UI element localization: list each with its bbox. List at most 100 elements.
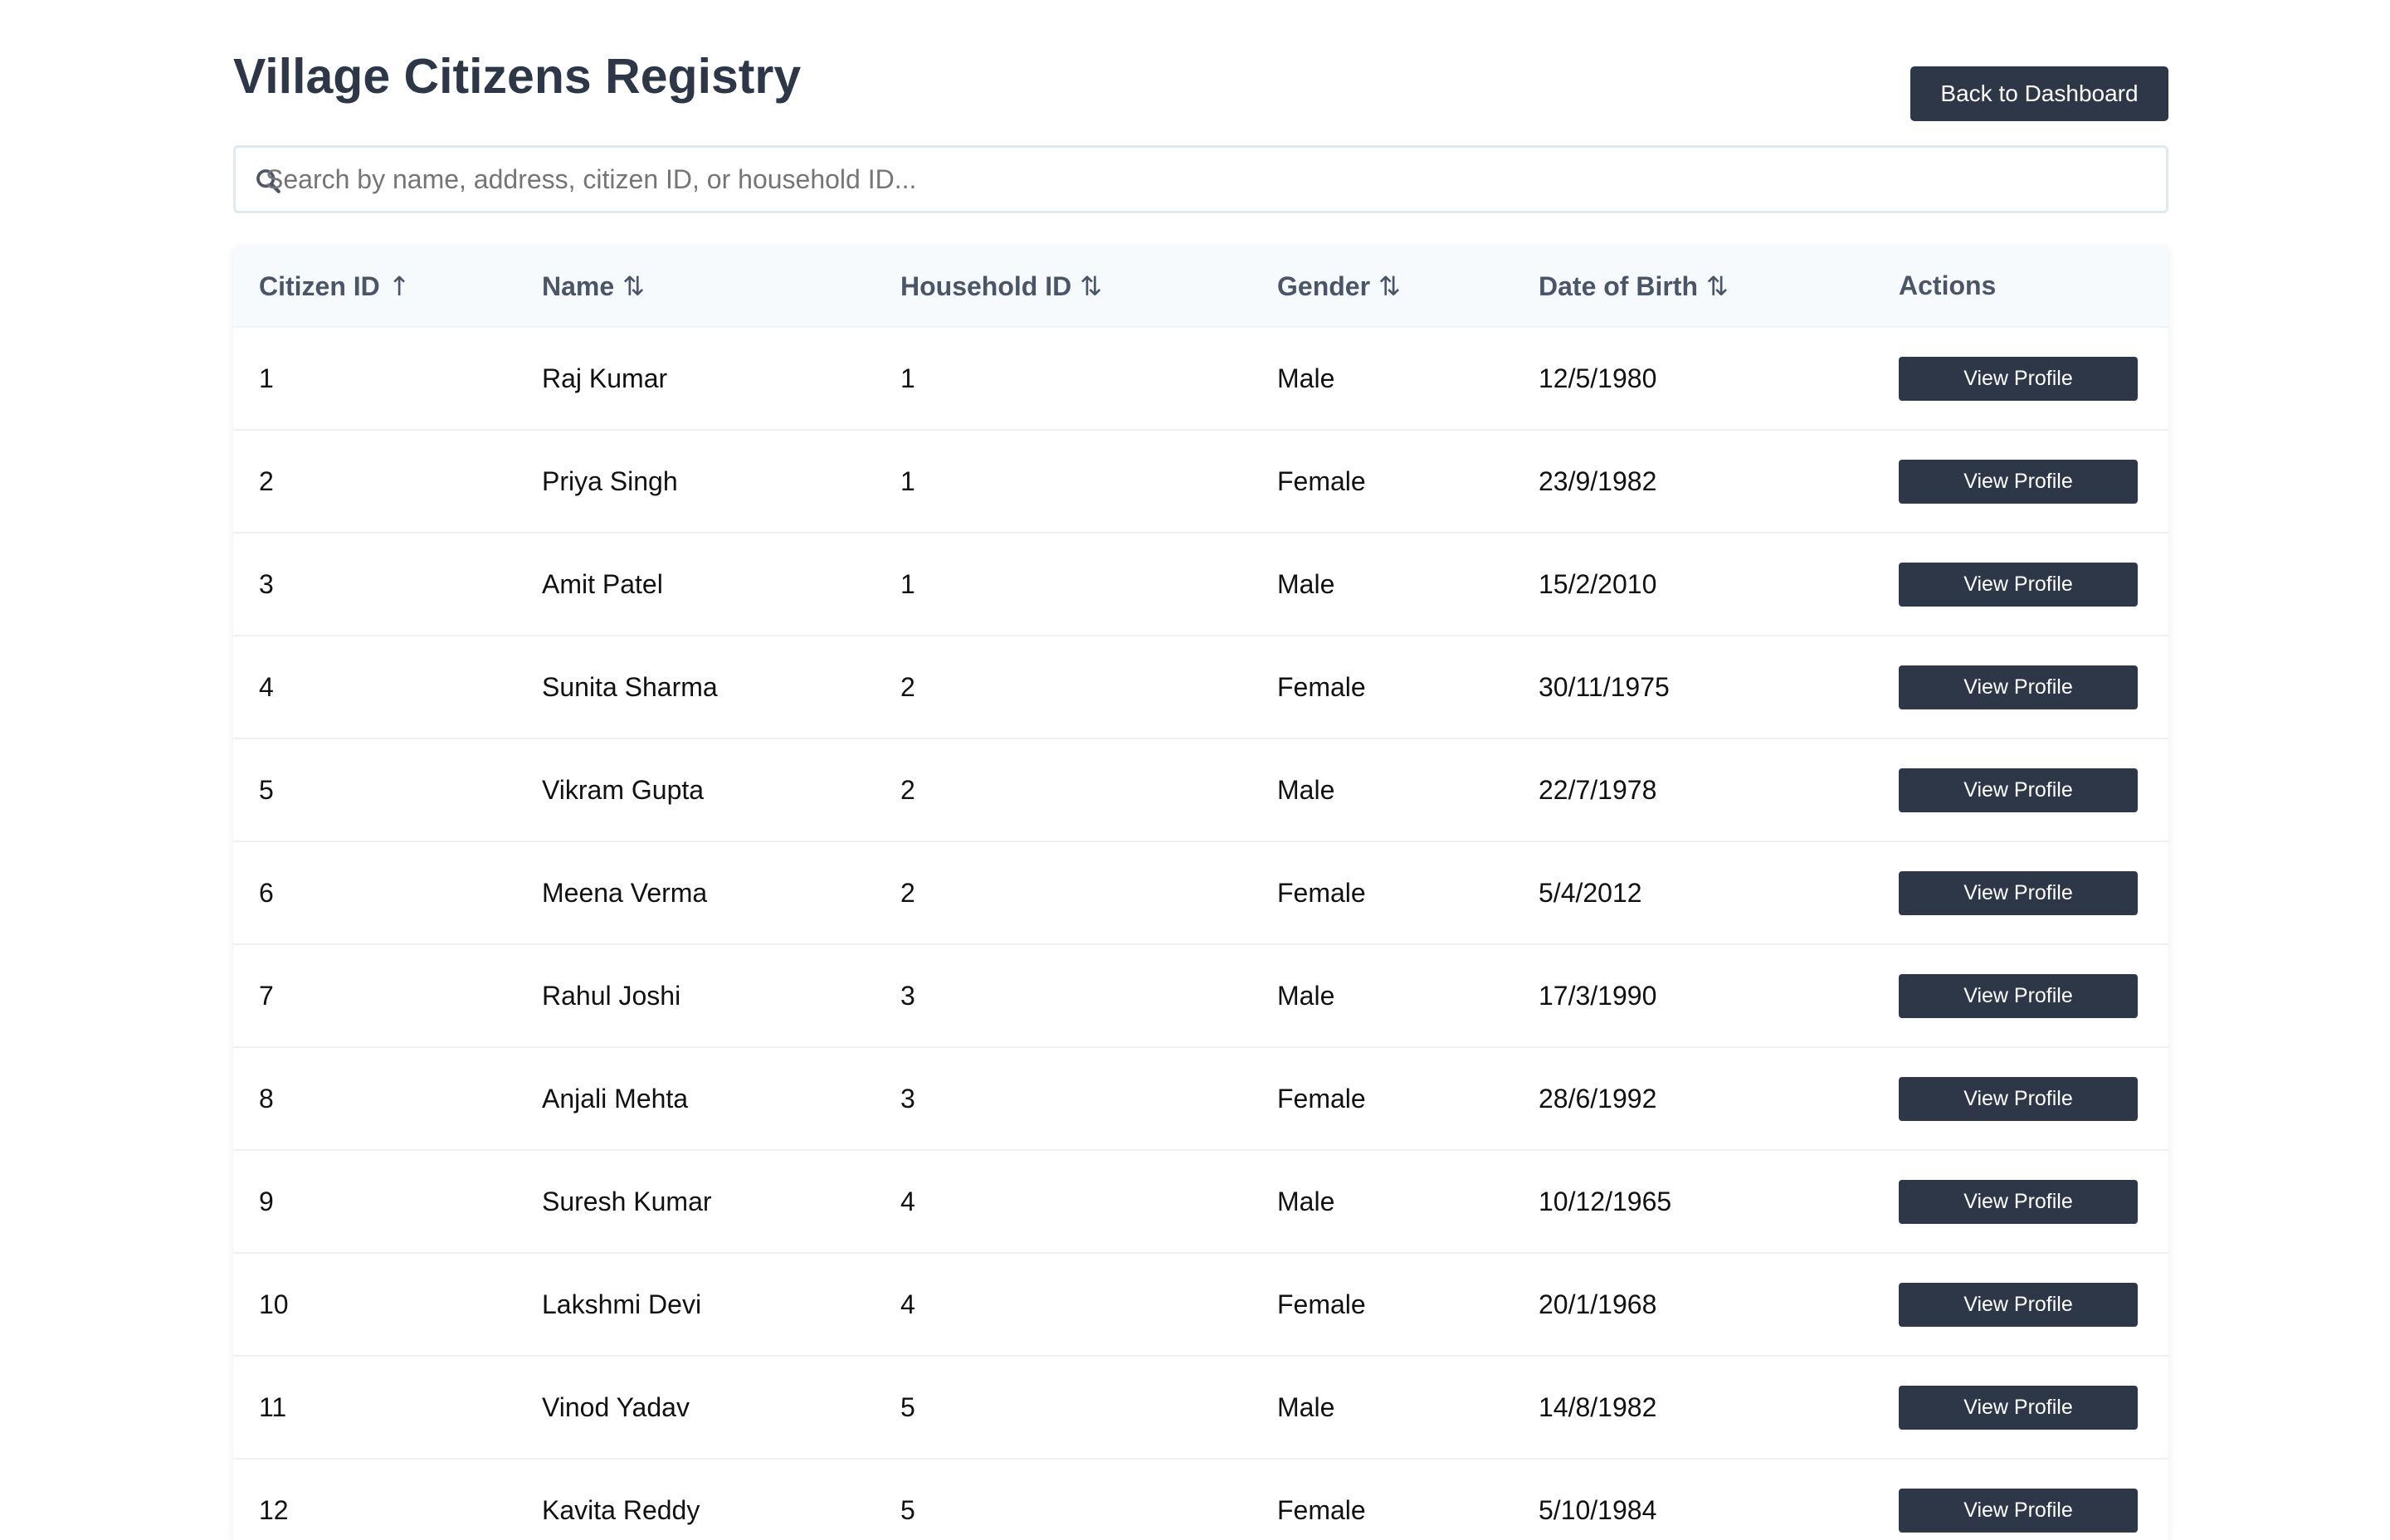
cell-actions: View Profile xyxy=(1873,636,2168,738)
sort-icon: ⇅ xyxy=(1080,270,1103,302)
cell-citizen-id: 12 xyxy=(259,1494,289,1525)
cell-name: Vinod Yadav xyxy=(542,1391,690,1422)
column-header-gender[interactable]: Gender ⇅ xyxy=(1251,246,1513,328)
column-header-date-of-birth[interactable]: Date of Birth ⇅ xyxy=(1513,246,1873,328)
cell-household-id: 1 xyxy=(900,465,915,496)
cell-citizen-id: 11 xyxy=(259,1391,287,1422)
search-input[interactable] xyxy=(236,148,2166,211)
cell-actions: View Profile xyxy=(1873,533,2168,636)
table-header-row: Citizen ID ↑ Name ⇅ Household ID ⇅ Gender ⇅ … xyxy=(233,246,2168,328)
citizens-table: Citizen ID ↑ Name ⇅ Household ID ⇅ Gender ⇅ … xyxy=(233,246,2168,1540)
cell-date-of-birth: 22/7/1978 xyxy=(1539,774,1657,805)
view-profile-button[interactable]: View Profile xyxy=(1899,973,2138,1018)
view-profile-button[interactable]: View Profile xyxy=(1899,1488,2138,1533)
view-profile-button[interactable]: View Profile xyxy=(1899,1179,2138,1224)
cell-name: Rahul Joshi xyxy=(542,980,681,1011)
table-row: 3 Amit Patel 1 Male 15/2/2010 View Profile xyxy=(233,533,2168,636)
column-header-household-id[interactable]: Household ID ⇅ xyxy=(875,246,1251,328)
cell-citizen-id: 7 xyxy=(259,980,274,1011)
cell-date-of-birth: 30/11/1975 xyxy=(1539,671,1670,702)
cell-household-id: 4 xyxy=(900,1186,915,1216)
back-to-dashboard-button[interactable]: Back to Dashboard xyxy=(1910,66,2168,121)
table-row: 11 Vinod Yadav 5 Male 14/8/1982 View Profile xyxy=(233,1356,2168,1459)
cell-actions: View Profile xyxy=(1873,1150,2168,1253)
cell-gender: Male xyxy=(1277,363,1335,393)
column-header-name[interactable]: Name ⇅ xyxy=(516,246,875,328)
cell-actions: View Profile xyxy=(1873,1356,2168,1459)
citizens-table-card: Citizen ID ↑ Name ⇅ Household ID ⇅ Gender ⇅ … xyxy=(233,246,2168,1540)
view-profile-button[interactable]: View Profile xyxy=(1899,356,2138,401)
cell-date-of-birth: 10/12/1965 xyxy=(1539,1186,1672,1216)
sort-ascending-icon: ↑ xyxy=(388,270,411,302)
view-profile-button[interactable]: View Profile xyxy=(1899,1076,2138,1121)
cell-date-of-birth: 14/8/1982 xyxy=(1539,1391,1657,1422)
table-row: 2 Priya Singh 1 Female 23/9/1982 View Profile xyxy=(233,430,2168,533)
table-row: 9 Suresh Kumar 4 Male 10/12/1965 View Profile xyxy=(233,1150,2168,1253)
view-profile-button[interactable]: View Profile xyxy=(1899,459,2138,504)
view-profile-button[interactable]: View Profile xyxy=(1899,768,2138,812)
cell-date-of-birth: 5/10/1984 xyxy=(1539,1494,1657,1525)
cell-date-of-birth: 5/4/2012 xyxy=(1539,877,1642,908)
view-profile-button[interactable]: View Profile xyxy=(1899,562,2138,607)
view-profile-button[interactable]: View Profile xyxy=(1899,870,2138,915)
cell-date-of-birth: 20/1/1968 xyxy=(1539,1289,1657,1319)
cell-gender: Female xyxy=(1277,465,1366,496)
cell-actions: View Profile xyxy=(1873,1047,2168,1150)
table-row: 7 Rahul Joshi 3 Male 17/3/1990 View Profile xyxy=(233,944,2168,1047)
column-header-actions: Actions xyxy=(1873,246,2168,328)
view-profile-button[interactable]: View Profile xyxy=(1899,1282,2138,1327)
column-header-label: Household ID xyxy=(900,270,1072,301)
cell-household-id: 5 xyxy=(900,1494,915,1525)
sort-icon: ⇅ xyxy=(1706,270,1729,302)
cell-actions: View Profile xyxy=(1873,1253,2168,1356)
column-header-label: Name xyxy=(542,270,615,301)
search-bar xyxy=(233,145,2168,213)
cell-actions: View Profile xyxy=(1873,841,2168,944)
cell-name: Anjali Mehta xyxy=(542,1083,689,1114)
column-header-citizen-id[interactable]: Citizen ID ↑ xyxy=(233,246,516,328)
cell-household-id: 1 xyxy=(900,568,915,599)
column-header-label: Gender xyxy=(1277,270,1371,301)
cell-citizen-id: 6 xyxy=(259,877,274,908)
cell-household-id: 4 xyxy=(900,1289,915,1319)
cell-name: Suresh Kumar xyxy=(542,1186,712,1216)
table-row: 4 Sunita Sharma 2 Female 30/11/1975 View Prof… xyxy=(233,636,2168,738)
view-profile-button[interactable]: View Profile xyxy=(1899,1385,2138,1430)
cell-date-of-birth: 12/5/1980 xyxy=(1539,363,1657,393)
cell-citizen-id: 2 xyxy=(259,465,274,496)
view-profile-button[interactable]: View Profile xyxy=(1899,665,2138,709)
cell-actions: View Profile xyxy=(1873,430,2168,533)
cell-name: Kavita Reddy xyxy=(542,1494,700,1525)
cell-gender: Female xyxy=(1277,877,1366,908)
sort-icon: ⇅ xyxy=(1378,270,1401,302)
cell-gender: Male xyxy=(1277,774,1335,805)
table-row: 1 Raj Kumar 1 Male 12/5/1980 View Profile xyxy=(233,327,2168,430)
cell-actions: View Profile xyxy=(1873,327,2168,430)
cell-gender: Male xyxy=(1277,980,1335,1011)
cell-name: Amit Patel xyxy=(542,568,663,599)
cell-date-of-birth: 23/9/1982 xyxy=(1539,465,1657,496)
cell-citizen-id: 4 xyxy=(259,671,274,702)
cell-gender: Female xyxy=(1277,1289,1366,1319)
cell-date-of-birth: 15/2/2010 xyxy=(1539,568,1657,599)
cell-name: Priya Singh xyxy=(542,465,678,496)
cell-citizen-id: 10 xyxy=(259,1289,289,1319)
cell-household-id: 3 xyxy=(900,980,915,1011)
cell-name: Raj Kumar xyxy=(542,363,668,393)
table-row: 12 Kavita Reddy 5 Female 5/10/1984 View Profi… xyxy=(233,1459,2168,1540)
table-row: 8 Anjali Mehta 3 Female 28/6/1992 View Profil… xyxy=(233,1047,2168,1150)
cell-name: Sunita Sharma xyxy=(542,671,718,702)
table-row: 6 Meena Verma 2 Female 5/4/2012 View Profile xyxy=(233,841,2168,944)
column-header-label: Actions xyxy=(1899,270,1997,300)
cell-gender: Male xyxy=(1277,1391,1335,1422)
page-title: Village Citizens Registry xyxy=(233,49,802,104)
cell-household-id: 2 xyxy=(900,877,915,908)
cell-household-id: 1 xyxy=(900,363,915,393)
cell-citizen-id: 9 xyxy=(259,1186,274,1216)
cell-citizen-id: 8 xyxy=(259,1083,274,1114)
column-header-label: Date of Birth xyxy=(1539,270,1698,301)
cell-household-id: 5 xyxy=(900,1391,915,1422)
cell-citizen-id: 3 xyxy=(259,568,274,599)
cell-gender: Male xyxy=(1277,568,1335,599)
cell-gender: Female xyxy=(1277,671,1366,702)
